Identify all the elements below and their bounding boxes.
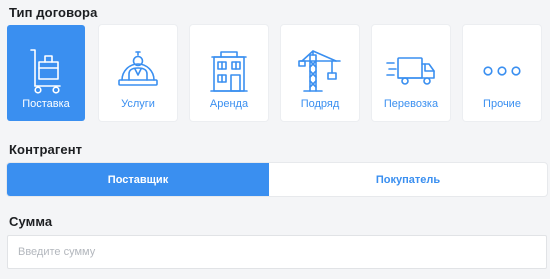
counterparty-option-supplier[interactable]: Поставщик [7,163,269,196]
amount-label: Сумма [9,214,53,229]
contract-type-tile-contract-work[interactable]: Подряд [281,25,359,121]
service-person-icon [118,51,158,86]
contract-type-tile-other[interactable]: Прочие [463,25,541,121]
tile-label-services: Услуги [121,98,155,110]
tile-label-other: Прочие [483,98,521,110]
counterparty-option-buyer[interactable]: Покупатель [269,163,547,196]
counterparty-label: Контрагент [9,142,83,157]
truck-icon [386,57,435,85]
tile-label-rent: Аренда [209,98,249,110]
amount-input[interactable] [8,236,546,268]
counterparty-segmented-control: Поставщик Покупатель [7,163,547,196]
contract-type-tile-rent[interactable]: Аренда [190,25,268,121]
tile-label-supply: Поставка [22,98,70,110]
contract-type-tiles: Поставка Услуги Аренда Подряд Перевозка … [7,25,547,121]
more-dots-icon [483,66,521,76]
cart-box-icon [30,49,61,94]
crane-icon [298,50,341,92]
contract-type-tile-supply[interactable]: Поставка [7,25,85,121]
contract-type-tile-services[interactable]: Услуги [99,25,177,121]
contract-type-tile-transport[interactable]: Перевозка [372,25,450,121]
amount-field-wrapper [7,235,547,269]
tile-label-contract-work: Подряд [300,98,340,110]
building-icon [210,51,248,92]
contract-type-label: Тип договора [9,5,98,20]
tile-label-transport: Перевозка [383,98,439,110]
